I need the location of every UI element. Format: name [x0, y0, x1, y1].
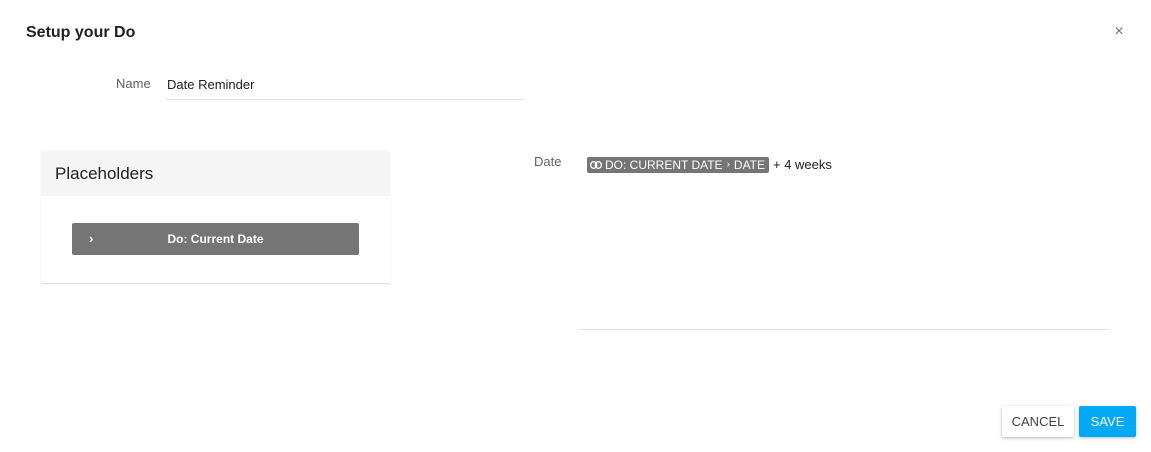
chip-part-field: DATE	[733, 158, 766, 172]
name-input[interactable]	[166, 70, 524, 100]
placeholder-item-label: Do: Current Date	[167, 232, 264, 246]
dialog-title: Setup your Do	[26, 24, 136, 41]
close-icon[interactable]: ×	[1109, 22, 1129, 42]
cancel-button[interactable]: CANCEL	[1002, 406, 1074, 437]
placeholders-panel: Placeholders › Do: Current Date	[41, 151, 390, 284]
chip-part-source: DO: CURRENT DATE	[605, 158, 723, 172]
link-icon	[590, 161, 602, 169]
chip-separator: ›	[726, 159, 730, 170]
save-button[interactable]: SAVE	[1079, 406, 1136, 437]
date-editor[interactable]: DO: CURRENT DATE › DATE + 4 weeks	[578, 150, 1110, 330]
placeholder-item-current-date[interactable]: › Do: Current Date	[72, 223, 359, 255]
setup-dialog: Setup your Do × Name Placeholders › Do: …	[0, 0, 1151, 452]
name-label: Name	[116, 76, 151, 91]
date-label: Date	[534, 154, 562, 169]
placeholder-chip[interactable]: DO: CURRENT DATE › DATE	[587, 157, 770, 173]
date-expression-suffix: + 4 weeks	[773, 157, 832, 172]
placeholders-header: Placeholders	[41, 151, 390, 196]
